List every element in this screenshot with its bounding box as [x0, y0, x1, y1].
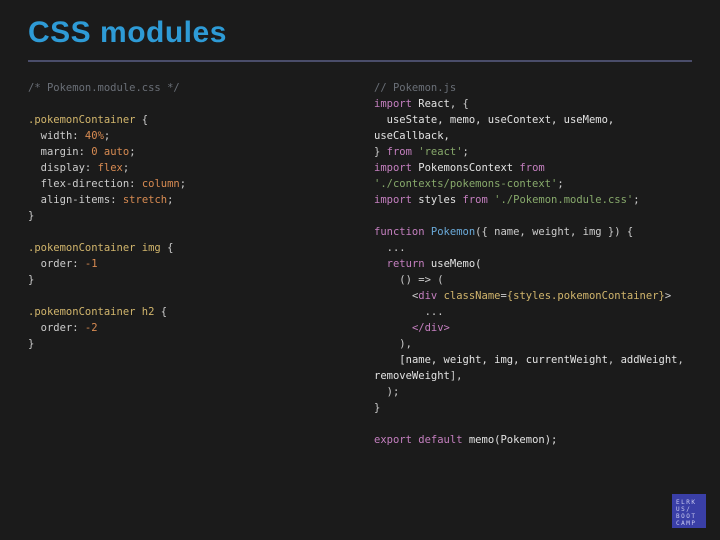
- css-val: stretch: [123, 194, 167, 206]
- id-react: React: [418, 98, 450, 110]
- title-underline: [28, 60, 692, 62]
- kw-from: from: [519, 162, 544, 174]
- code-columns: /* Pokemon.module.css */ .pokemonContain…: [28, 80, 692, 448]
- css-selector-3: .pokemonContainer h2: [28, 306, 154, 318]
- css-val: flex: [98, 162, 123, 174]
- punc: ],: [450, 370, 463, 382]
- css-selector-2: .pokemonContainer img: [28, 242, 161, 254]
- css-prop: display: [41, 162, 85, 174]
- punc: , {: [450, 98, 469, 110]
- kw-import: import: [374, 98, 412, 110]
- id-styles: styles: [418, 194, 456, 206]
- jsx-attr: className: [444, 290, 501, 302]
- punc: }: [374, 402, 380, 414]
- css-prop: width: [41, 130, 73, 142]
- css-code: /* Pokemon.module.css */ .pokemonContain…: [28, 80, 346, 352]
- css-val: 40%: [85, 130, 104, 142]
- deps: [name, weight, img,: [399, 354, 525, 366]
- slide-title: CSS modules: [28, 16, 692, 60]
- css-prop: margin: [41, 146, 79, 158]
- punc: ;: [463, 146, 469, 158]
- ellipsis: ...: [425, 306, 444, 318]
- css-selector-1: .pokemonContainer: [28, 114, 135, 126]
- css-file-comment: /* Pokemon.module.css */: [28, 82, 180, 94]
- str-css: './Pokemon.module.css': [494, 194, 633, 206]
- kw-default: default: [418, 434, 462, 446]
- jsx-close: </div>: [412, 322, 450, 334]
- kw-from: from: [463, 194, 488, 206]
- jsx-gt: >: [665, 290, 671, 302]
- logo-line: ELRK: [676, 499, 706, 506]
- export-call: memo(Pokemon);: [469, 434, 558, 446]
- deps: removeWeight: [374, 370, 450, 382]
- logo-line: BOOT: [676, 513, 706, 520]
- fn-name: Pokemon: [431, 226, 475, 238]
- str-ctx: './contexts/pokemons-context': [374, 178, 557, 190]
- css-column: /* Pokemon.module.css */ .pokemonContain…: [28, 80, 346, 448]
- arrow-fn: () => (: [399, 274, 443, 286]
- ellipsis: ...: [387, 242, 406, 254]
- js-file-comment: // Pokemon.js: [374, 82, 456, 94]
- call-usememo: useMemo(: [431, 258, 482, 270]
- css-prop: order: [41, 322, 73, 334]
- deps: addWeight: [621, 354, 678, 366]
- punc: ,: [677, 354, 690, 366]
- punc: ;: [633, 194, 639, 206]
- kw-import: import: [374, 194, 412, 206]
- punc: ,: [608, 354, 621, 366]
- punc: ;: [557, 178, 563, 190]
- css-val: column: [142, 178, 180, 190]
- jsx-expr: {styles.pokemonContainer}: [507, 290, 665, 302]
- js-code: // Pokemon.js import React, { useState, …: [374, 80, 692, 448]
- id-ctx: PokemonsContext: [418, 162, 513, 174]
- import-hooks: useState, memo, useContext, useMemo, use…: [374, 114, 621, 142]
- jsx-tag: div: [418, 290, 437, 302]
- css-val: -1: [85, 258, 98, 270]
- css-val: -2: [85, 322, 98, 334]
- js-column: // Pokemon.js import React, { useState, …: [374, 80, 692, 448]
- fn-args: ({ name, weight, img }) {: [475, 226, 633, 238]
- css-val: 0 auto: [91, 146, 129, 158]
- deps: currentWeight: [526, 354, 608, 366]
- kw-export: export: [374, 434, 412, 446]
- punc: );: [387, 386, 400, 398]
- css-prop: align-items: [41, 194, 111, 206]
- kw-function: function: [374, 226, 425, 238]
- str-react: 'react': [418, 146, 462, 158]
- kw-from: from: [387, 146, 412, 158]
- logo-line: US/: [676, 506, 706, 513]
- logo-line: CAMP: [676, 520, 706, 527]
- punc: }: [374, 146, 387, 158]
- bootcamp-logo: ELRK US/ BOOT CAMP: [672, 494, 706, 528]
- kw-import: import: [374, 162, 412, 174]
- css-prop: flex-direction: [41, 178, 130, 190]
- kw-return: return: [387, 258, 425, 270]
- punc: ),: [399, 338, 412, 350]
- css-prop: order: [41, 258, 73, 270]
